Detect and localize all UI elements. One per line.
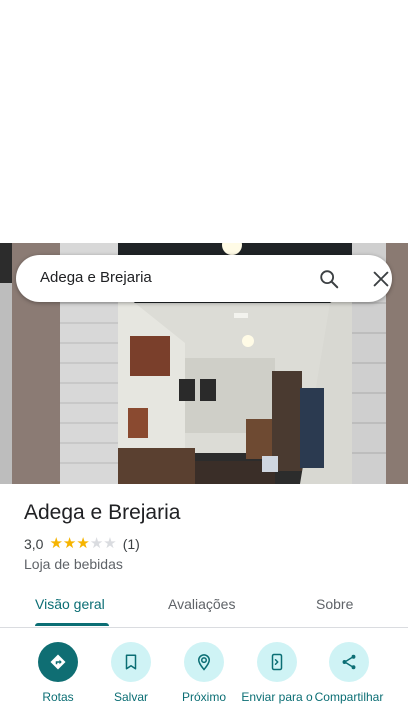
send-to-phone-button[interactable]: Enviar para o	[241, 642, 313, 704]
star-empty-icon: ★	[103, 535, 117, 552]
star-empty-icon: ★	[89, 535, 104, 552]
star-icon: ★	[62, 535, 77, 552]
tab-bar: Visão geral Avaliações Sobre	[0, 586, 408, 628]
rating-value: 3,0	[24, 536, 44, 552]
save-label: Salvar	[113, 690, 148, 704]
share-icon	[342, 654, 356, 670]
nearby-button[interactable]: Próximo	[168, 642, 240, 704]
share-label: Compartilhar	[314, 690, 384, 704]
search-icon[interactable]	[318, 268, 340, 290]
tab-about[interactable]: Sobre	[316, 596, 353, 612]
directions-label: Rotas	[42, 690, 74, 704]
star-icon: ★	[49, 535, 63, 552]
star-icon: ★	[76, 535, 90, 552]
rating-row[interactable]: 3,0 ★ ★ ★ ★ ★ (1)	[24, 536, 140, 553]
nearby-icon	[197, 654, 211, 671]
close-icon[interactable]	[370, 268, 392, 290]
share-button[interactable]: Compartilhar	[313, 642, 385, 704]
search-bar[interactable]: Adega e Brejaria	[16, 255, 392, 302]
send-to-phone-label: Enviar para o	[241, 690, 313, 704]
review-count[interactable]: (1)	[123, 536, 140, 552]
bookmark-icon	[125, 654, 137, 670]
active-tab-indicator	[35, 623, 109, 626]
rating-stars: ★ ★ ★ ★ ★	[49, 536, 116, 552]
place-title: Adega e Brejaria	[24, 501, 181, 524]
tab-reviews[interactable]: Avaliações	[168, 596, 235, 612]
place-sheet: Adega e Brejaria Adega e Brejaria 3,0 ★ …	[0, 0, 408, 726]
save-button[interactable]: Salvar	[95, 642, 167, 704]
place-category: Loja de bebidas	[24, 556, 123, 572]
search-input[interactable]: Adega e Brejaria	[40, 269, 152, 286]
send-to-phone-icon	[271, 653, 283, 671]
tab-overview[interactable]: Visão geral	[35, 596, 105, 612]
directions-button[interactable]: Rotas	[22, 642, 94, 704]
directions-icon	[50, 654, 66, 670]
nearby-label: Próximo	[181, 690, 226, 704]
